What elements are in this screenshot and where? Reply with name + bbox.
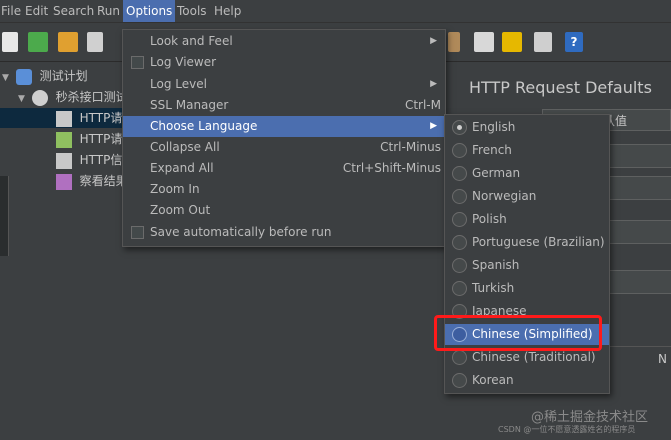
language-polish[interactable]: Polish xyxy=(445,209,609,230)
open-icon[interactable] xyxy=(58,32,78,52)
submenu-arrow-icon: ▶ xyxy=(430,36,437,46)
menu-item-expand-all[interactable]: Expand All Ctrl+Shift-Minus xyxy=(123,158,445,179)
radio-icon xyxy=(452,350,467,365)
save-icon[interactable] xyxy=(87,32,103,52)
templates-icon[interactable] xyxy=(28,32,48,52)
language-english[interactable]: English xyxy=(445,117,609,138)
options-menu: Look and Feel ▶ Log Viewer Log Level ▶ S… xyxy=(122,29,446,247)
language-turkish[interactable]: Turkish xyxy=(445,278,609,299)
menu-item-ssl-manager[interactable]: SSL Manager Ctrl-M xyxy=(123,95,445,116)
tree-item-label: 秒杀接口测试 xyxy=(55,90,128,104)
tree-item-thread-group[interactable]: ▼ 秒杀接口测试 xyxy=(0,87,128,107)
table-header: N xyxy=(606,346,671,373)
menu-item-collapse-all[interactable]: Collapse All Ctrl-Minus xyxy=(123,137,445,158)
port-field[interactable] xyxy=(609,270,671,294)
comments-field[interactable] xyxy=(609,144,671,168)
menu-item-choose-language[interactable]: Choose Language ▶ xyxy=(123,116,445,137)
menu-bar: File Edit Search Run Options Tools Help xyxy=(0,0,671,23)
function-list-icon[interactable] xyxy=(534,32,552,52)
language-submenu: English French German Norwegian Polish P… xyxy=(444,114,610,394)
radio-icon xyxy=(452,166,467,181)
watermark: @稀土掘金技术社区 xyxy=(531,410,649,425)
checkbox-icon xyxy=(131,226,144,239)
tree-item-label: 察看结果 xyxy=(79,174,128,188)
annotation-highlight-box xyxy=(434,315,602,351)
menu-item-zoom-in[interactable]: Zoom In xyxy=(123,179,445,200)
menu-file[interactable]: File xyxy=(0,0,24,22)
language-spanish[interactable]: Spanish xyxy=(445,255,609,276)
menu-search[interactable]: Search xyxy=(50,0,97,22)
tree-item-http-request-1[interactable]: HTTP请求 xyxy=(0,108,134,128)
radio-icon xyxy=(452,189,467,204)
radio-icon xyxy=(452,235,467,250)
flask-icon xyxy=(15,68,32,85)
gear-icon xyxy=(31,89,48,106)
language-german[interactable]: German xyxy=(445,163,609,184)
table-header-label: N xyxy=(658,352,667,366)
checkbox-icon xyxy=(131,56,144,69)
language-portuguese-brazilian[interactable]: Portuguese (Brazilian) xyxy=(445,232,609,253)
menu-tools[interactable]: Tools xyxy=(174,0,210,22)
language-norwegian[interactable]: Norwegian xyxy=(445,186,609,207)
radio-selected-icon xyxy=(452,120,467,135)
tree-item-http-header[interactable]: HTTP信息 xyxy=(0,150,134,170)
menu-item-look-and-feel[interactable]: Look and Feel ▶ xyxy=(123,31,445,52)
chart-icon xyxy=(55,173,72,190)
binoculars-icon[interactable] xyxy=(474,32,494,52)
menu-options[interactable]: Options xyxy=(123,0,176,22)
server-field[interactable] xyxy=(609,220,671,244)
tree-item-test-plan[interactable]: ▼ 测试计划 xyxy=(0,66,125,86)
radio-icon xyxy=(452,281,467,296)
new-icon[interactable] xyxy=(2,32,18,52)
sampler-icon xyxy=(55,110,72,127)
radio-icon xyxy=(452,373,467,388)
submenu-arrow-icon: ▶ xyxy=(430,121,437,131)
radio-icon xyxy=(452,258,467,273)
language-french[interactable]: French xyxy=(445,140,609,161)
menu-item-log-level[interactable]: Log Level ▶ xyxy=(123,74,445,95)
pencil-icon xyxy=(55,131,72,148)
tree-item-view-results[interactable]: 察看结果 xyxy=(0,171,128,191)
watermark-credit: CSDN @一位不愿意透露姓名的程序员 xyxy=(498,425,636,434)
side-handle xyxy=(0,176,9,256)
clear-icon[interactable] xyxy=(502,32,522,52)
language-korean[interactable]: Korean xyxy=(445,370,609,391)
broom-icon[interactable] xyxy=(448,32,460,52)
menu-item-save-automatically[interactable]: Save automatically before run xyxy=(123,222,445,243)
tree-item-http-request-2[interactable]: HTTP请求 xyxy=(0,129,134,149)
menu-item-log-viewer[interactable]: Log Viewer xyxy=(123,52,445,73)
menu-help[interactable]: Help xyxy=(211,0,244,22)
tree-item-label: 测试计划 xyxy=(39,69,88,83)
menu-item-zoom-out[interactable]: Zoom Out xyxy=(123,200,445,221)
radio-icon xyxy=(452,212,467,227)
config-icon xyxy=(55,152,72,169)
panel-title: HTTP Request Defaults xyxy=(469,78,652,97)
radio-icon xyxy=(452,143,467,158)
menu-edit[interactable]: Edit xyxy=(22,0,51,22)
protocol-field[interactable] xyxy=(609,176,671,200)
submenu-arrow-icon: ▶ xyxy=(430,79,437,89)
test-plan-tree: ▼ 测试计划 ▼ 秒杀接口测试 HTTP请求 HTTP请求 HTTP信息 察看结… xyxy=(0,62,134,440)
help-icon[interactable]: ? xyxy=(565,32,583,52)
menu-run[interactable]: Run xyxy=(94,0,123,22)
